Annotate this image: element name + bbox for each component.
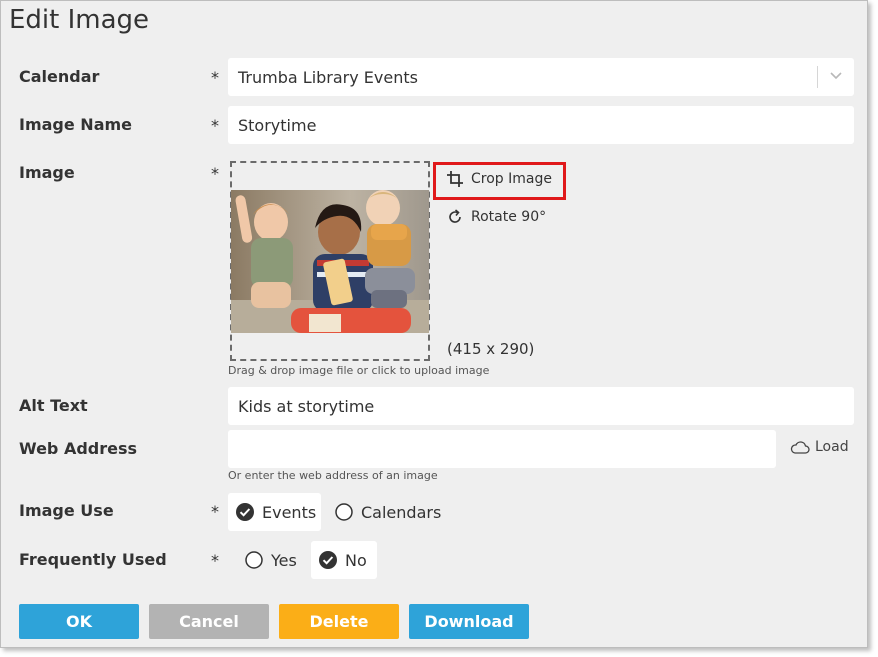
unchecked-radio-icon — [245, 551, 263, 569]
load-label: Load — [815, 439, 849, 455]
unchecked-radio-icon — [335, 503, 353, 521]
image-preview-photo — [231, 190, 429, 333]
dialog-title: Edit Image — [9, 5, 150, 35]
download-button[interactable]: Download — [409, 604, 529, 639]
calendar-select[interactable]: Trumba Library Events — [228, 58, 854, 96]
events-label: Events — [262, 502, 317, 522]
alt-text-input[interactable]: Kids at storytime — [228, 387, 854, 425]
alt-text-label: Alt Text — [19, 396, 88, 415]
image-use-label: Image Use — [19, 501, 114, 520]
required-marker: * — [211, 68, 219, 87]
web-address-hint: Or enter the web address of an image — [228, 469, 438, 482]
alt-text-value: Kids at storytime — [238, 396, 375, 416]
no-label: No — [345, 550, 367, 570]
rotate-button[interactable]: Rotate 90° — [447, 209, 546, 225]
cloud-icon — [790, 441, 810, 454]
image-dimensions: (415 x 290) — [447, 340, 535, 358]
calendar-label: Calendar — [19, 67, 100, 86]
ok-button[interactable]: OK — [19, 604, 139, 639]
image-preview — [231, 190, 429, 333]
cancel-button[interactable]: Cancel — [149, 604, 269, 639]
image-use-calendars-option[interactable]: Calendars — [327, 493, 445, 531]
calendars-label: Calendars — [361, 502, 442, 522]
required-marker: * — [211, 164, 219, 183]
required-marker: * — [211, 502, 219, 521]
required-marker: * — [211, 551, 219, 570]
calendar-select-value: Trumba Library Events — [238, 67, 418, 87]
frequently-used-no-option[interactable]: No — [311, 541, 377, 579]
rotate-label: Rotate 90° — [471, 209, 547, 225]
frequently-used-label: Frequently Used — [19, 550, 167, 569]
web-address-label: Web Address — [19, 439, 138, 458]
rotate-icon — [449, 209, 461, 223]
checked-radio-icon — [319, 551, 337, 569]
delete-button[interactable]: Delete — [279, 604, 399, 639]
image-name-value: Storytime — [238, 115, 317, 135]
chevron-down-icon[interactable] — [829, 69, 843, 83]
image-name-label: Image Name — [19, 115, 133, 134]
web-address-input[interactable] — [228, 430, 776, 468]
image-label: Image — [19, 163, 75, 182]
dropzone-hint: Drag & drop image file or click to uploa… — [228, 364, 490, 377]
load-button[interactable]: Load — [790, 439, 849, 455]
frequently-used-yes-option[interactable]: Yes — [237, 541, 305, 579]
image-name-input[interactable]: Storytime — [228, 106, 854, 144]
select-separator — [817, 66, 818, 88]
yes-label: Yes — [271, 550, 297, 570]
edit-image-dialog: Edit Image Calendar * Trumba Library Eve… — [0, 0, 868, 648]
required-marker: * — [211, 116, 219, 135]
crop-highlight-box — [433, 162, 566, 200]
image-use-events-option[interactable]: Events — [228, 493, 321, 531]
checked-radio-icon — [236, 503, 254, 521]
